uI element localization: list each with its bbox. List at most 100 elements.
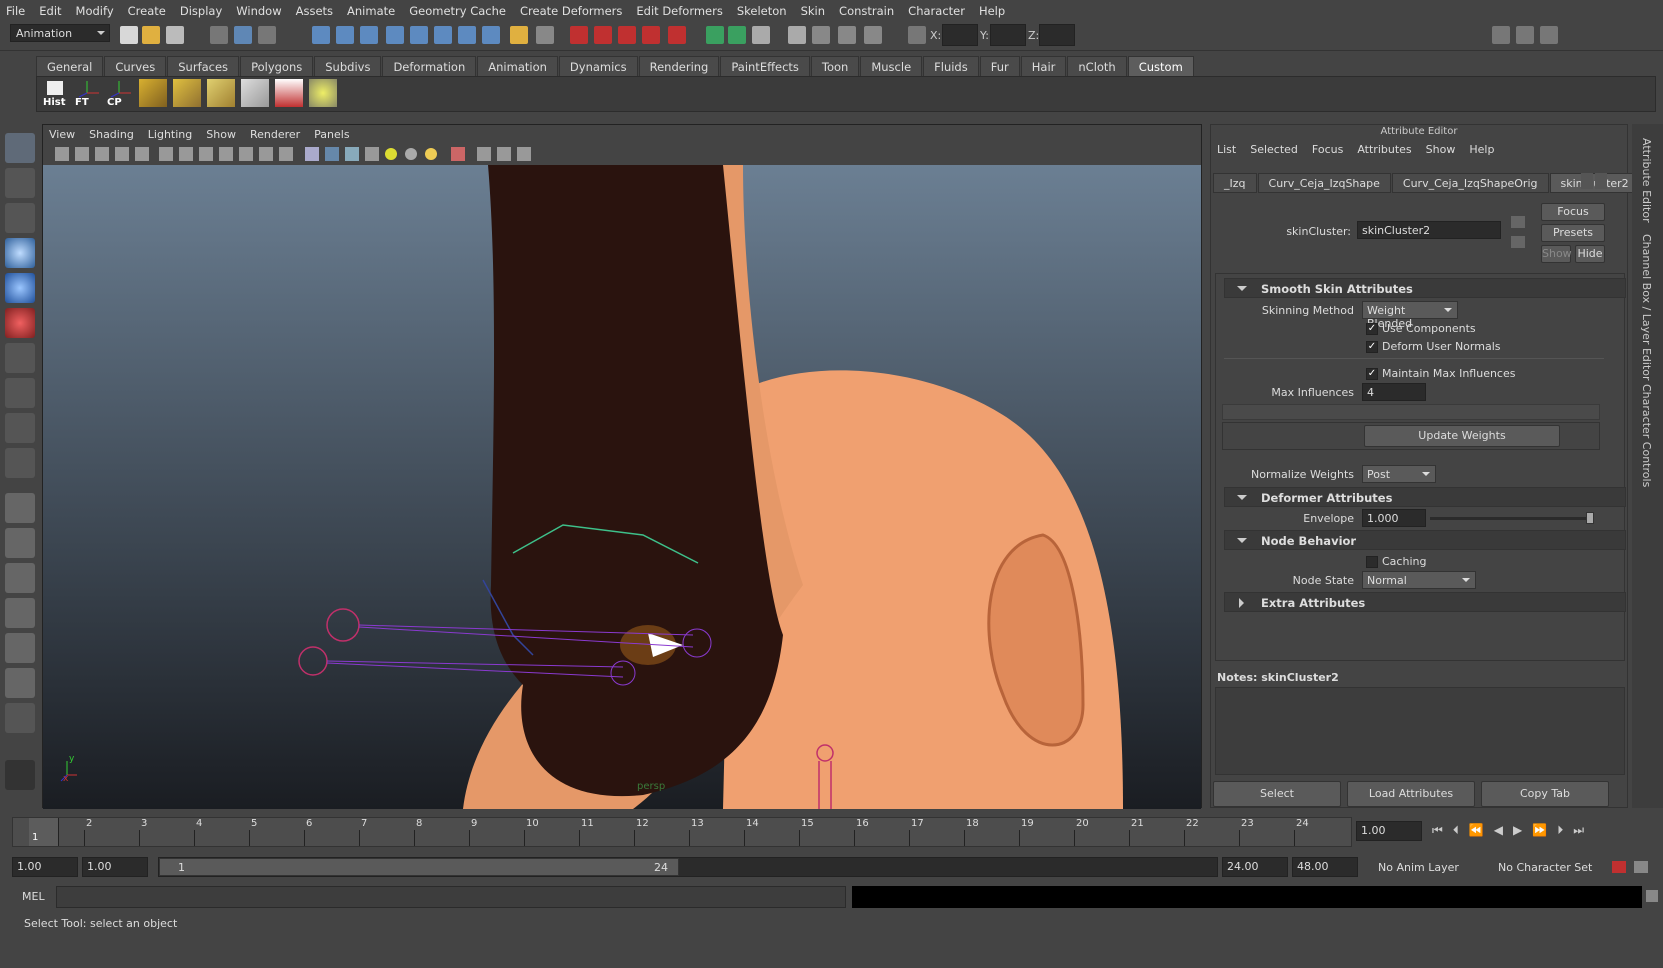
preferences-icon[interactable] xyxy=(1634,861,1648,873)
magnet-live-icon[interactable] xyxy=(668,26,686,44)
auto-key-icon[interactable] xyxy=(1612,861,1626,873)
range-track[interactable]: 1 24 xyxy=(158,857,1218,877)
envelope-field[interactable]: 1.000 xyxy=(1362,509,1426,527)
max-influences-field[interactable]: 4 xyxy=(1362,383,1426,401)
select-hierarchy-icon[interactable] xyxy=(210,26,228,44)
animation-end-field[interactable]: 48.00 xyxy=(1292,857,1358,877)
tab-scroll-left-icon[interactable] xyxy=(1581,173,1593,189)
shelf-tab-surfaces[interactable]: Surfaces xyxy=(167,56,240,76)
viewport-menu-view[interactable]: View xyxy=(49,128,75,141)
shelf-tab-fluids[interactable]: Fluids xyxy=(923,56,979,76)
tab-scroll-right-icon[interactable] xyxy=(1595,173,1607,189)
shelf-tab-general[interactable]: General xyxy=(36,56,104,76)
menu-file[interactable]: File xyxy=(6,4,25,18)
ft-shelf-button[interactable]: FT xyxy=(73,79,101,108)
snap-plane-icon[interactable] xyxy=(386,26,404,44)
shelf-tab-muscle[interactable]: Muscle xyxy=(860,56,923,76)
menu-edit-deformers[interactable]: Edit Deformers xyxy=(636,4,722,18)
ae-menu-attributes[interactable]: Attributes xyxy=(1357,143,1411,161)
show-button[interactable]: Show xyxy=(1541,245,1572,263)
scale-tool-icon[interactable] xyxy=(5,308,35,338)
character-controls-side-tab[interactable]: Character Controls xyxy=(1640,384,1653,487)
playback-end-field[interactable]: 24.00 xyxy=(1222,857,1288,877)
lock-icon[interactable] xyxy=(510,26,528,44)
selection-mask-icon[interactable] xyxy=(536,26,554,44)
ae-tab--izq[interactable]: _Izq xyxy=(1213,173,1257,193)
mel-label[interactable]: MEL xyxy=(22,890,45,903)
envelope-slider-handle[interactable] xyxy=(1586,512,1594,524)
ae-menu-selected[interactable]: Selected xyxy=(1250,143,1298,161)
focus-button[interactable]: Focus xyxy=(1541,203,1605,221)
shelf-tab-painteffects[interactable]: PaintEffects xyxy=(720,56,810,76)
load-attributes-button[interactable]: Load Attributes xyxy=(1347,781,1475,807)
menu-help[interactable]: Help xyxy=(979,4,1005,18)
hypershade-layout-icon[interactable] xyxy=(5,668,35,698)
play-backward-icon[interactable]: ◀ xyxy=(1494,823,1503,838)
transform-box-icon[interactable] xyxy=(908,26,926,44)
snap-surface-icon[interactable] xyxy=(410,26,428,44)
channel-box-side-tab[interactable]: Channel Box / Layer Editor xyxy=(1640,234,1653,381)
snap-live-icon[interactable] xyxy=(434,26,452,44)
normalize-weights-dropdown[interactable]: Post xyxy=(1362,465,1436,483)
animation-start-field[interactable]: 1.00 xyxy=(12,857,78,877)
select-button[interactable]: Select xyxy=(1213,781,1341,807)
uv-planar-icon[interactable] xyxy=(207,79,235,107)
step-back-key-icon[interactable]: ⏴ xyxy=(1453,823,1459,838)
x-field[interactable] xyxy=(942,24,978,46)
persp-outliner-layout-icon[interactable] xyxy=(5,633,35,663)
render-settings-icon[interactable] xyxy=(752,26,770,44)
script-editor-icon[interactable] xyxy=(1646,890,1658,902)
single-pane-layout-icon[interactable] xyxy=(5,493,35,523)
range-handle[interactable]: 1 24 xyxy=(159,858,679,876)
rotate-tool-icon[interactable] xyxy=(5,273,35,303)
deform-user-normals-checkbox[interactable]: ✓ xyxy=(1366,341,1378,353)
play-forward-icon[interactable]: ▶ xyxy=(1513,823,1522,838)
viewport-scene[interactable]: persp x y xyxy=(43,165,1201,809)
menu-animate[interactable]: Animate xyxy=(347,4,395,18)
character-set-dropdown[interactable]: No Character Set xyxy=(1498,861,1592,874)
node-behavior-section[interactable]: Node Behavior xyxy=(1224,530,1626,550)
move-tool-icon[interactable] xyxy=(5,238,35,268)
command-input[interactable] xyxy=(56,886,846,908)
copy-tab-button[interactable]: Copy Tab xyxy=(1481,781,1609,807)
ae-menu-focus[interactable]: Focus xyxy=(1312,143,1343,161)
shelf-tab-dynamics[interactable]: Dynamics xyxy=(558,56,638,76)
menu-skeleton[interactable]: Skeleton xyxy=(737,4,787,18)
node-state-dropdown[interactable]: Normal xyxy=(1362,571,1476,589)
notes-field[interactable] xyxy=(1215,687,1625,775)
show-manipulator-icon[interactable] xyxy=(5,413,35,443)
step-forward-key-icon[interactable]: ⏵ xyxy=(1557,823,1563,838)
two-pane-layout-icon[interactable] xyxy=(5,528,35,558)
update-weights-button[interactable]: Update Weights xyxy=(1364,425,1560,447)
new-scene-icon[interactable] xyxy=(120,26,138,44)
shelf-tab-animation[interactable]: Animation xyxy=(477,56,558,76)
shelf-tab-ncloth[interactable]: nCloth xyxy=(1067,56,1127,76)
snap-curve-icon[interactable] xyxy=(336,26,354,44)
hist-shelf-button[interactable]: Hist xyxy=(41,79,69,108)
uv-layout-icon[interactable] xyxy=(173,79,201,107)
menu-character[interactable]: Character xyxy=(908,4,965,18)
select-component-icon[interactable] xyxy=(258,26,276,44)
cone-icon[interactable] xyxy=(275,79,303,107)
menu-assets[interactable]: Assets xyxy=(296,4,333,18)
magnet-curve-icon[interactable] xyxy=(594,26,612,44)
menu-modify[interactable]: Modify xyxy=(76,4,114,18)
caching-checkbox[interactable] xyxy=(1366,556,1378,568)
presets-button[interactable]: Presets xyxy=(1541,224,1605,242)
go-to-end-icon[interactable]: ⏭ xyxy=(1573,823,1584,838)
viewport-menu-renderer[interactable]: Renderer xyxy=(250,128,300,141)
go-to-start-icon[interactable]: ⏮ xyxy=(1432,823,1443,838)
ae-menu-show[interactable]: Show xyxy=(1426,143,1456,161)
magnet-point-icon[interactable] xyxy=(618,26,636,44)
graph-toggle-icon[interactable] xyxy=(864,26,882,44)
input-connection-icon[interactable] xyxy=(1511,216,1525,228)
menu-create[interactable]: Create xyxy=(128,4,166,18)
anim-layer-dropdown[interactable]: No Anim Layer xyxy=(1378,861,1459,874)
help-icon[interactable] xyxy=(482,26,500,44)
paint-weights-icon[interactable] xyxy=(5,448,35,478)
manipulator-tool-icon[interactable] xyxy=(5,343,35,373)
shelf-tab-custom[interactable]: Custom xyxy=(1127,56,1194,76)
snap-point-icon[interactable] xyxy=(360,26,378,44)
uv-texture-icon[interactable] xyxy=(139,79,167,107)
output-connection-icon[interactable] xyxy=(1511,236,1525,248)
